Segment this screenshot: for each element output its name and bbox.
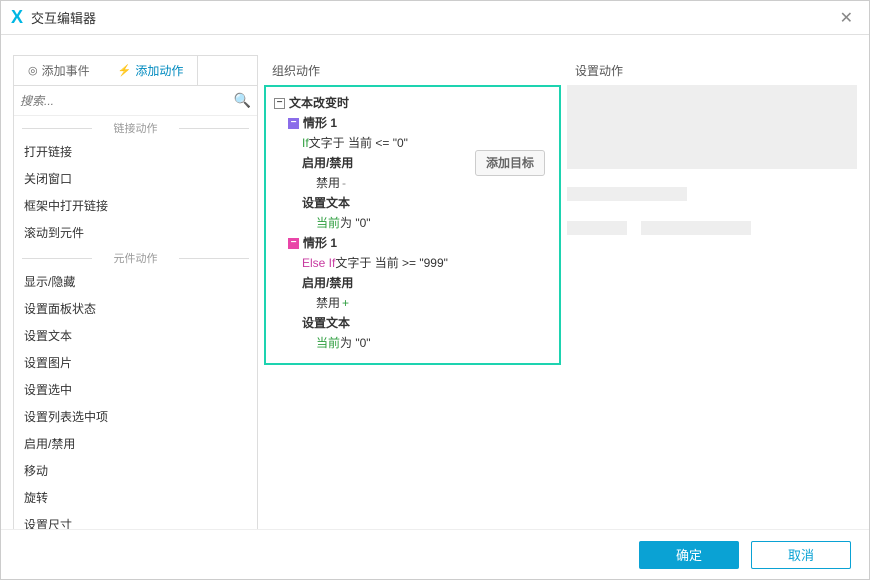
action-set-size[interactable]: 设置尺寸 bbox=[14, 511, 257, 529]
case-2-settext-rest: 为 "0" bbox=[340, 333, 371, 353]
group-header-widget: 元件动作 bbox=[14, 250, 257, 266]
disable-label: 禁用 bbox=[316, 173, 340, 193]
window-title: 交互编辑器 bbox=[31, 8, 96, 27]
case-2-action-2[interactable]: 设置文本 bbox=[274, 313, 551, 333]
action-set-image[interactable]: 设置图片 bbox=[14, 349, 257, 376]
case-1-action-1[interactable]: 启用/禁用 添加目标 bbox=[274, 153, 551, 173]
case-1-action-2[interactable]: 设置文本 bbox=[274, 193, 551, 213]
right-title: 设置动作 bbox=[567, 55, 857, 85]
tab-add-action-label: 添加动作 bbox=[135, 62, 183, 79]
app-logo-icon: X bbox=[11, 7, 23, 28]
add-target-button[interactable]: 添加目标 bbox=[475, 150, 545, 176]
case-1-action-2-label: 设置文本 bbox=[302, 193, 350, 213]
action-show-hide[interactable]: 显示/隐藏 bbox=[14, 268, 257, 295]
action-list: 链接动作 打开链接 关闭窗口 框架中打开链接 滚动到元件 元件动作 显示/隐藏 … bbox=[14, 116, 257, 529]
action-scroll-to[interactable]: 滚动到元件 bbox=[14, 219, 257, 246]
tree-case-2[interactable]: − 情形 1 bbox=[274, 233, 551, 253]
if-keyword: If bbox=[302, 133, 309, 153]
action-set-panel[interactable]: 设置面板状态 bbox=[14, 295, 257, 322]
current-keyword: 当前 bbox=[316, 213, 340, 233]
disable-label-2: 禁用 bbox=[316, 293, 340, 313]
plus-icon: + bbox=[342, 293, 349, 313]
tab-add-event[interactable]: ◎ 添加事件 bbox=[14, 56, 104, 85]
footer: 确定 取消 bbox=[1, 529, 869, 579]
case-2-action-1[interactable]: 启用/禁用 bbox=[274, 273, 551, 293]
search-box: 🔍 bbox=[14, 86, 257, 116]
case-2-action-2-detail[interactable]: 当前 为 "0" bbox=[274, 333, 551, 353]
config-placeholder-3 bbox=[567, 221, 627, 235]
titlebar: X 交互编辑器 ✕ bbox=[1, 1, 869, 35]
action-set-list-selected[interactable]: 设置列表选中项 bbox=[14, 403, 257, 430]
tab-add-event-label: 添加事件 bbox=[42, 62, 90, 79]
current-keyword-2: 当前 bbox=[316, 333, 340, 353]
left-tabs: ◎ 添加事件 ⚡ 添加动作 bbox=[14, 56, 257, 86]
action-set-text[interactable]: 设置文本 bbox=[14, 322, 257, 349]
config-placeholder-4 bbox=[641, 221, 751, 235]
case-1-settext-rest: 为 "0" bbox=[340, 213, 371, 233]
case-2-action-1-detail[interactable]: 禁用+ bbox=[274, 293, 551, 313]
collapse-icon[interactable]: − bbox=[288, 238, 299, 249]
action-tree: − 文本改变时 − 情形 1 If 文字于 当前 <= "0" 启用/禁用 添加… bbox=[264, 85, 561, 365]
mid-panel: 组织动作 − 文本改变时 − 情形 1 If 文字于 当前 <= "0" 启用/… bbox=[264, 55, 561, 529]
case-1-label: 情形 1 bbox=[303, 113, 337, 133]
collapse-icon[interactable]: − bbox=[288, 118, 299, 129]
case-1-cond-text: 文字于 当前 <= "0" bbox=[309, 133, 408, 153]
tree-case-1[interactable]: − 情形 1 bbox=[274, 113, 551, 133]
action-rotate[interactable]: 旋转 bbox=[14, 484, 257, 511]
search-input[interactable] bbox=[20, 94, 234, 108]
action-enable-disable[interactable]: 启用/禁用 bbox=[14, 430, 257, 457]
elseif-keyword: Else If bbox=[302, 253, 335, 273]
action-open-in-frame[interactable]: 框架中打开链接 bbox=[14, 192, 257, 219]
case-2-label: 情形 1 bbox=[303, 233, 337, 253]
case-2-condition[interactable]: Else If 文字于 当前 >= "999" bbox=[274, 253, 551, 273]
event-icon: ◎ bbox=[28, 64, 38, 77]
tab-add-action[interactable]: ⚡ 添加动作 bbox=[104, 56, 199, 85]
case-1-action-1-detail[interactable]: 禁用- bbox=[274, 173, 551, 193]
dash-icon: - bbox=[342, 173, 346, 193]
lightning-icon: ⚡ bbox=[118, 64, 132, 77]
case-2-cond-text: 文字于 当前 >= "999" bbox=[335, 253, 448, 273]
config-placeholder-2 bbox=[567, 187, 687, 201]
action-move[interactable]: 移动 bbox=[14, 457, 257, 484]
action-close-window[interactable]: 关闭窗口 bbox=[14, 165, 257, 192]
config-placeholder-1 bbox=[567, 85, 857, 169]
left-panel: ◎ 添加事件 ⚡ 添加动作 🔍 链接动作 打开链接 关闭窗口 框架中打开链接 滚… bbox=[13, 55, 258, 529]
action-set-selected[interactable]: 设置选中 bbox=[14, 376, 257, 403]
tree-root[interactable]: − 文本改变时 bbox=[274, 93, 551, 113]
group-header-link: 链接动作 bbox=[14, 120, 257, 136]
case-2-action-2-label: 设置文本 bbox=[302, 313, 350, 333]
right-panel: 设置动作 bbox=[567, 55, 857, 529]
mid-title: 组织动作 bbox=[264, 55, 561, 85]
tree-root-label: 文本改变时 bbox=[289, 93, 349, 113]
cancel-button[interactable]: 取消 bbox=[751, 541, 851, 569]
case-2-action-1-label: 启用/禁用 bbox=[302, 273, 353, 293]
main-area: ◎ 添加事件 ⚡ 添加动作 🔍 链接动作 打开链接 关闭窗口 框架中打开链接 滚… bbox=[1, 35, 869, 529]
action-open-link[interactable]: 打开链接 bbox=[14, 138, 257, 165]
collapse-icon[interactable]: − bbox=[274, 98, 285, 109]
case-1-action-1-label: 启用/禁用 bbox=[302, 153, 353, 173]
search-icon[interactable]: 🔍 bbox=[234, 92, 251, 109]
case-1-action-2-detail[interactable]: 当前 为 "0" bbox=[274, 213, 551, 233]
close-icon[interactable]: ✕ bbox=[834, 8, 859, 28]
ok-button[interactable]: 确定 bbox=[639, 541, 739, 569]
